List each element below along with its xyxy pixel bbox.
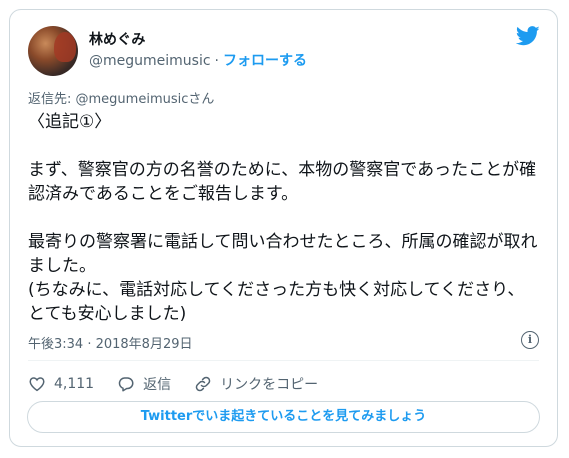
divider [28, 360, 539, 361]
author-handle-row: @megumeimusic · フォローする [89, 50, 307, 70]
tweet-timestamp[interactable]: 午後3:34 · 2018年8月29日 [28, 333, 193, 352]
like-button[interactable]: 4,111 [28, 375, 94, 393]
tweet-text: 〈追記①〉 まず、警察官の方の名誉のために、本物の警察官であったことが確認済みで… [28, 110, 540, 326]
twitter-bird-icon[interactable] [516, 26, 540, 46]
like-count: 4,111 [54, 376, 95, 392]
avatar[interactable] [28, 26, 78, 76]
author-name[interactable]: 林めぐみ [89, 29, 145, 49]
copy-link-label: リンクをコピー [220, 377, 319, 393]
reply-label: 返信 [143, 377, 172, 393]
reply-bubble-icon [118, 377, 134, 392]
separator-dot: · [214, 53, 219, 69]
link-icon [195, 376, 211, 392]
tweet-paragraph: 〈追記①〉 [28, 112, 112, 132]
author-handle[interactable]: @megumeimusic [89, 53, 211, 69]
tweet-paragraph: まず、警察官の方の名誉のために、本物の警察官であったことが確認済みであることをご… [28, 160, 537, 204]
reply-button[interactable]: 返信 [117, 374, 171, 394]
reply-suffix: さん [188, 92, 215, 107]
tweet-paragraph: 最寄りの警察署に電話して問い合わせたところ、所属の確認が取れました。 (ちなみに… [28, 232, 538, 324]
copy-link-button[interactable]: リンクをコピー [194, 374, 318, 394]
see-whats-happening-button[interactable]: Twitterでいま起きていることを見てみましょう [27, 401, 540, 433]
heart-icon [29, 377, 45, 392]
reply-prefix: 返信先: [28, 92, 76, 107]
follow-button[interactable]: フォローする [223, 53, 307, 69]
tweet-card: 林めぐみ @megumeimusic · フォローする 返信先: @megumeim… [9, 9, 558, 447]
action-bar: 4,111 返信 リンクをコピー [28, 374, 341, 394]
info-icon[interactable]: i [521, 331, 539, 349]
reply-mention[interactable]: @megumeimusic [76, 92, 189, 107]
reply-context: 返信先: @megumeimusicさん [28, 88, 214, 107]
